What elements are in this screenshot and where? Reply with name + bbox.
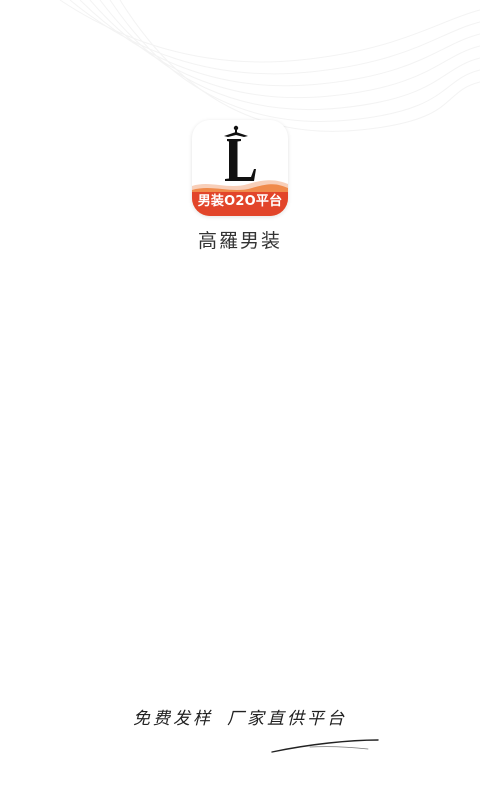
slogan-text: 免费发样 厂家直供平台 (120, 704, 360, 729)
app-logo-icon: 男装O2O平台 (192, 120, 288, 216)
logo-banner-text: 男装O2O平台 (197, 194, 283, 209)
slogan-part-1: 免费发样 (133, 709, 213, 729)
slogan-part-2: 厂家直供平台 (227, 709, 347, 729)
app-name: 高羅男装 (197, 230, 282, 252)
decorative-swoosh (271, 739, 379, 753)
splash-screen: 男装O2O平台 高羅男装 免费发样 厂家直供平台 (0, 0, 480, 800)
